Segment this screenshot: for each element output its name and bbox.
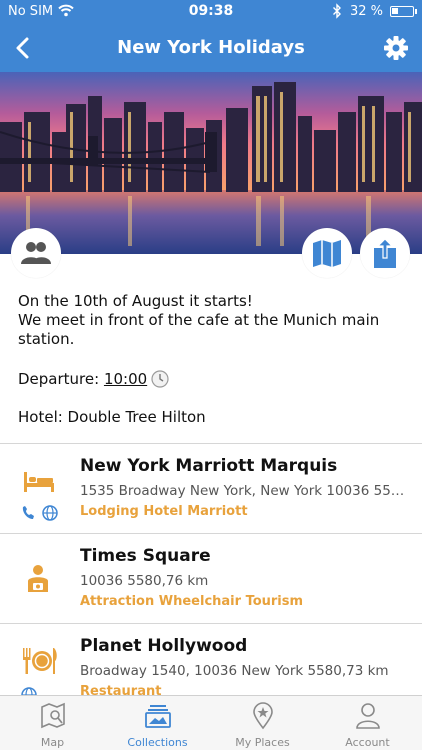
hotel-info: Hotel: Double Tree Hilton — [18, 408, 206, 426]
status-bar: No SIM 09:38 32 % — [0, 0, 422, 24]
map-button[interactable] — [302, 228, 352, 278]
place-category: Attraction Wheelchair Tourism — [80, 594, 304, 609]
globe-icon — [20, 686, 38, 695]
gear-icon[interactable] — [382, 34, 410, 62]
description-line-2: We meet in front of the cafe at the Muni… — [18, 311, 380, 348]
user-icon — [356, 703, 380, 729]
bed-icon — [22, 468, 56, 498]
contact-icons — [20, 504, 60, 526]
tab-map[interactable]: Map — [0, 696, 105, 750]
place-category: Restaurant — [80, 684, 162, 695]
tourist-camera-icon — [22, 564, 54, 598]
departure-time[interactable]: 10:00 — [104, 370, 147, 388]
group-icon — [21, 242, 51, 264]
clock-icon — [151, 370, 169, 392]
description-line-1: On the 10th of August it starts! — [18, 292, 253, 310]
cover-image — [0, 72, 422, 254]
tab-my-places-label: My Places — [235, 736, 290, 749]
departure-label: Departure: — [18, 370, 104, 388]
restaurant-icon — [22, 646, 58, 680]
bluetooth-icon — [332, 3, 342, 23]
folded-map-icon — [313, 240, 341, 267]
tab-map-label: Map — [40, 736, 65, 749]
place-name: New York Marriott Marquis — [80, 456, 338, 476]
phone-icon — [22, 506, 34, 519]
map-pin-icon — [253, 702, 273, 730]
list-item[interactable]: New York Marriott Marquis 1535 Broadway … — [0, 444, 422, 534]
page-title: New York Holidays — [117, 37, 305, 58]
place-name: Times Square — [80, 546, 211, 566]
list-item[interactable]: Times Square 10036 5580,76 km Attraction… — [0, 534, 422, 624]
tab-my-places[interactable]: My Places — [210, 696, 315, 750]
battery-percent: 32 % — [350, 4, 384, 19]
tab-account[interactable]: Account — [315, 696, 420, 750]
place-address: Broadway 1540, 10036 New York 5580,73 km — [80, 663, 389, 679]
place-address: 1535 Broadway New York, New York 10036 5… — [80, 483, 410, 499]
navigation-bar: New York Holidays — [0, 24, 422, 72]
list-item[interactable]: Planet Hollywood Broadway 1540, 10036 Ne… — [0, 624, 422, 695]
place-category: Lodging Hotel Marriott — [80, 504, 248, 519]
globe-icon — [42, 505, 58, 521]
place-name: Planet Hollywood — [80, 636, 248, 656]
collections-icon — [145, 705, 171, 728]
tab-bar: Map Collections My Places Account — [0, 695, 422, 750]
share-icon — [374, 238, 396, 268]
tab-collections[interactable]: Collections — [105, 696, 210, 750]
members-button[interactable] — [11, 228, 61, 278]
map-search-icon — [41, 702, 65, 729]
place-address: 10036 5580,76 km — [80, 573, 209, 589]
tab-account-label: Account — [345, 736, 390, 749]
collection-description: On the 10th of August it starts! We meet… — [18, 292, 408, 349]
departure-row: Departure: 10:00 — [18, 370, 169, 392]
tab-collections-label: Collections — [127, 736, 188, 749]
places-list: New York Marriott Marquis 1535 Broadway … — [0, 443, 422, 695]
share-button[interactable] — [360, 228, 410, 278]
battery-icon — [390, 6, 417, 17]
